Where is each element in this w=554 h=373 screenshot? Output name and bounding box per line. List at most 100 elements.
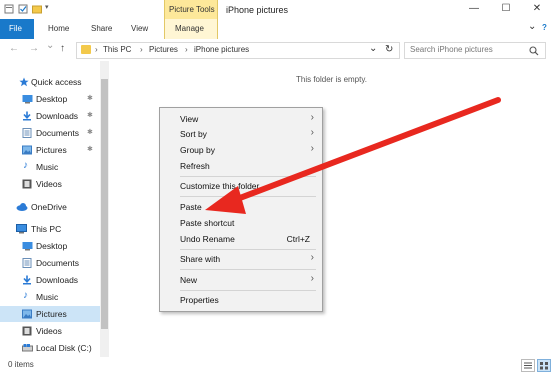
- breadcrumb-pictures[interactable]: Pictures: [149, 45, 178, 54]
- sidebar-item-music[interactable]: ♪ Music: [0, 159, 100, 175]
- menu-item-sort-by[interactable]: Sort by ›: [160, 127, 322, 142]
- tab-home[interactable]: Home: [48, 24, 69, 33]
- sidebar-item-downloads[interactable]: Downloads: [0, 272, 100, 288]
- breadcrumb-separator: ›: [95, 45, 98, 54]
- videos-icon: [22, 326, 32, 336]
- pin-icon[interactable]: ✱: [87, 94, 93, 102]
- sidebar-item-pictures[interactable]: Pictures ✱: [0, 142, 100, 158]
- sidebar-item-local-disk[interactable]: Local Disk (C:): [0, 340, 100, 356]
- chevron-right-icon: ›: [310, 112, 314, 123]
- menu-item-label: Refresh: [180, 161, 210, 171]
- pictures-icon: [22, 145, 32, 155]
- menu-item-undo-rename[interactable]: Undo Rename Ctrl+Z: [160, 232, 322, 247]
- tab-file[interactable]: File: [0, 19, 34, 39]
- large-icons-view-button[interactable]: [537, 359, 551, 372]
- window-title: iPhone pictures: [226, 5, 289, 15]
- sidebar-item-pictures-selected[interactable]: Pictures: [0, 306, 100, 322]
- sidebar-item-desktop[interactable]: Desktop ✱: [0, 91, 100, 107]
- pictures-icon: [22, 309, 32, 319]
- documents-icon: [22, 128, 32, 138]
- sidebar-item-label: Pictures: [36, 309, 67, 319]
- large-icons-view-icon: [540, 362, 548, 370]
- sidebar-item-label: OneDrive: [31, 202, 67, 212]
- recent-locations-button[interactable]: ⌄: [46, 40, 54, 51]
- sidebar-item-downloads[interactable]: Downloads ✱: [0, 108, 100, 124]
- maximize-button[interactable]: ☐: [495, 2, 517, 16]
- sidebar-item-videos[interactable]: Videos: [0, 323, 100, 339]
- sidebar-item-videos[interactable]: Videos: [0, 176, 100, 192]
- sidebar-item-this-pc[interactable]: This PC: [0, 221, 100, 237]
- menu-item-view[interactable]: View ›: [160, 112, 322, 127]
- pin-icon[interactable]: ✱: [87, 111, 93, 119]
- sidebar-item-documents[interactable]: Documents: [0, 255, 100, 271]
- music-icon: ♪: [23, 290, 28, 301]
- menu-item-paste[interactable]: Paste: [160, 200, 322, 215]
- sidebar-item-label: Music: [36, 292, 59, 302]
- customize-toolbar-icon[interactable]: ▾: [45, 3, 55, 13]
- downloads-icon: [22, 275, 32, 285]
- sidebar-item-documents[interactable]: Documents ✱: [0, 125, 100, 141]
- nav-scrollbar-thumb[interactable]: [101, 79, 108, 329]
- address-dropdown-button[interactable]: ⌄: [369, 43, 377, 54]
- ribbon-expand-button[interactable]: ⌄: [528, 21, 536, 32]
- chevron-right-icon: ›: [310, 252, 314, 263]
- menu-item-label: Group by: [180, 145, 215, 155]
- menu-item-new[interactable]: New ›: [160, 273, 322, 288]
- sidebar-item-quick-access[interactable]: Quick access: [0, 74, 100, 90]
- sidebar-item-label: Local Disk (C:): [36, 343, 92, 353]
- desktop-icon: [22, 94, 33, 104]
- help-button[interactable]: ?: [542, 23, 547, 32]
- breadcrumb-this-pc[interactable]: This PC: [103, 45, 131, 54]
- menu-item-customize-folder[interactable]: Customize this folder...: [160, 179, 322, 194]
- sidebar-item-label: Videos: [36, 179, 62, 189]
- pin-icon[interactable]: ✱: [87, 128, 93, 136]
- new-folder-icon[interactable]: [32, 4, 42, 14]
- tab-manage[interactable]: Manage: [164, 19, 218, 39]
- videos-icon: [22, 179, 32, 189]
- music-icon: ♪: [23, 160, 28, 171]
- tab-view[interactable]: View: [131, 24, 148, 33]
- close-button[interactable]: ✕: [526, 2, 548, 16]
- sidebar-item-desktop[interactable]: Desktop: [0, 238, 100, 254]
- sidebar-item-label: This PC: [31, 224, 62, 234]
- menu-item-group-by[interactable]: Group by ›: [160, 143, 322, 158]
- sidebar-item-label: Documents: [36, 258, 79, 268]
- menu-separator: [180, 269, 316, 270]
- menu-item-shortcut: Ctrl+Z: [286, 234, 310, 244]
- menu-separator: [180, 290, 316, 291]
- checkbox-icon[interactable]: [18, 4, 28, 14]
- address-bar[interactable]: › This PC › Pictures › iPhone pictures ⌄…: [76, 42, 400, 59]
- menu-item-label: Undo Rename: [180, 234, 235, 244]
- menu-item-refresh[interactable]: Refresh: [160, 159, 322, 174]
- menu-separator: [180, 196, 316, 197]
- properties-icon[interactable]: [4, 4, 14, 14]
- menu-item-label: Sort by: [180, 129, 207, 139]
- sidebar-item-onedrive[interactable]: OneDrive: [0, 199, 100, 215]
- sidebar-item-music[interactable]: ♪ Music: [0, 289, 100, 305]
- picture-tools-header: Picture Tools: [164, 0, 218, 19]
- up-button[interactable]: ↑: [60, 43, 65, 54]
- chevron-right-icon: ›: [310, 143, 314, 154]
- menu-item-properties[interactable]: Properties: [160, 293, 322, 308]
- sidebar-item-label: Downloads: [36, 111, 79, 121]
- pin-icon[interactable]: ✱: [87, 145, 93, 153]
- search-input[interactable]: Search iPhone pictures: [404, 42, 546, 59]
- menu-item-label: Paste shortcut: [180, 218, 235, 228]
- details-view-button[interactable]: [521, 359, 535, 372]
- back-button[interactable]: ←: [9, 43, 19, 54]
- tab-share[interactable]: Share: [91, 24, 112, 33]
- breadcrumb-separator: ›: [185, 45, 188, 54]
- refresh-button[interactable]: ↻: [385, 44, 393, 55]
- menu-item-share-with[interactable]: Share with ›: [160, 252, 322, 267]
- ribbon-tabs: File Home Share View Manage ⌄ ?: [0, 19, 554, 40]
- navigation-pane: Quick access Desktop ✱ Downloads ✱ Docum…: [0, 61, 110, 357]
- breadcrumb-iphone-pictures[interactable]: iPhone pictures: [194, 45, 249, 54]
- address-row: ← → ⌄ ↑ › This PC › Pictures › iPhone pi…: [0, 39, 554, 61]
- minimize-button[interactable]: —: [463, 2, 485, 16]
- star-icon: [19, 77, 29, 87]
- sidebar-item-label: Music: [36, 162, 59, 172]
- menu-item-paste-shortcut[interactable]: Paste shortcut: [160, 216, 322, 231]
- downloads-icon: [22, 111, 32, 121]
- forward-button[interactable]: →: [29, 43, 39, 54]
- cloud-icon: [16, 202, 28, 211]
